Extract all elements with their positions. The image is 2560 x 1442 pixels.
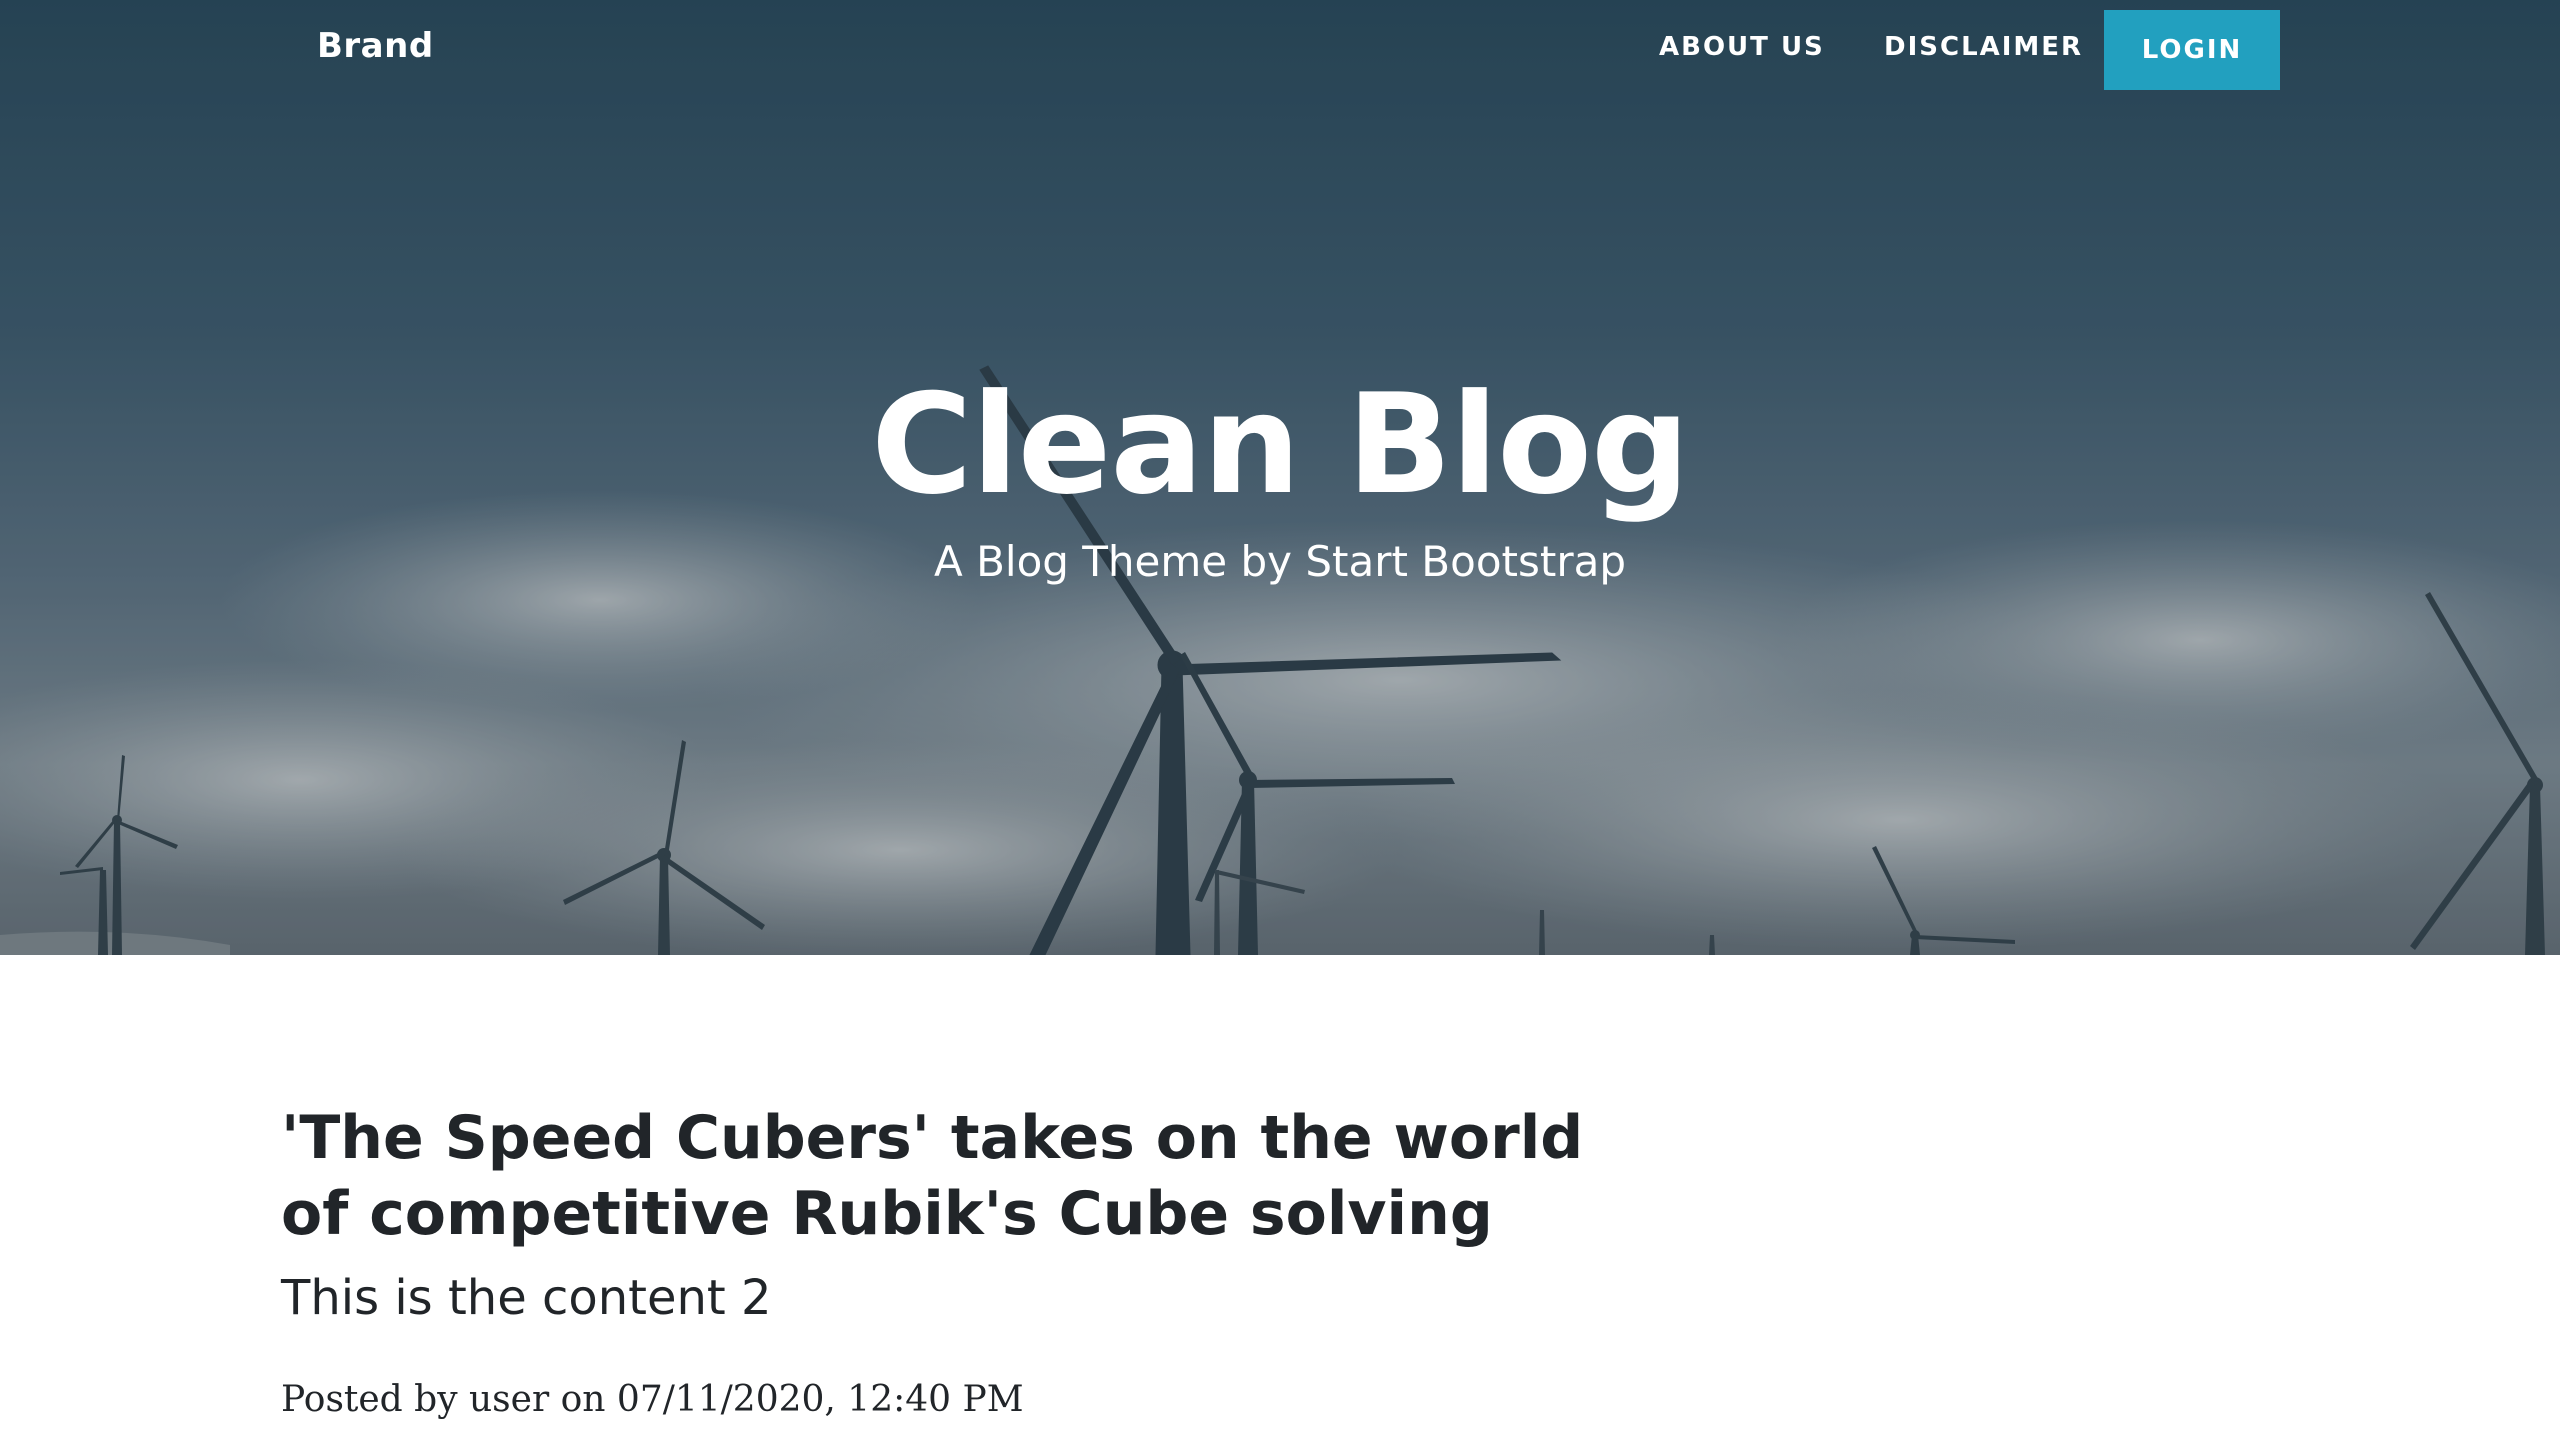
brand-link[interactable]: Brand (317, 26, 434, 66)
site-subtitle: A Blog Theme by Start Bootstrap (934, 537, 1626, 586)
site-title: Clean Blog (871, 364, 1690, 525)
post-title-link[interactable]: 'The Speed Cubers' takes on the world of… (281, 1100, 1621, 1252)
post-preview: 'The Speed Cubers' takes on the world of… (281, 1100, 1621, 1424)
login-button[interactable]: LOGIN (2104, 10, 2280, 90)
nav-link-disclaimer[interactable]: DISCLAIMER (1884, 32, 2083, 62)
navbar: Brand ABOUT US DISCLAIMER LOGIN (0, 0, 2560, 100)
masthead: Brand ABOUT US DISCLAIMER LOGIN Clean Bl… (0, 0, 2560, 955)
post-subtitle[interactable]: This is the content 2 (281, 1268, 1621, 1328)
nav-link-about-us[interactable]: ABOUT US (1659, 32, 1825, 62)
site-heading: Clean Blog A Blog Theme by Start Bootstr… (0, 360, 2560, 590)
post-meta: Posted by user on 07/11/2020, 12:40 PM (281, 1379, 1024, 1420)
